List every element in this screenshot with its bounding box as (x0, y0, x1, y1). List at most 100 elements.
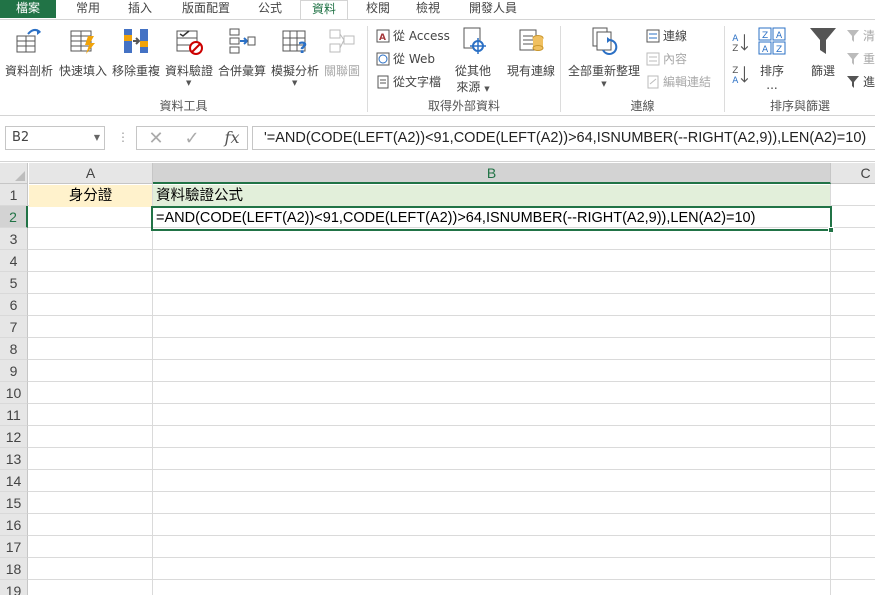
column-header-a[interactable]: A (29, 163, 153, 184)
fill-handle[interactable] (828, 227, 834, 233)
cell-a1[interactable]: 身分證 (29, 185, 152, 207)
properties-icon (646, 52, 660, 66)
row-header-4[interactable]: 4 (0, 250, 28, 272)
svg-text:A: A (732, 76, 738, 84)
row-divider (28, 425, 875, 426)
column-header-c[interactable]: C (831, 163, 875, 184)
cell-b1[interactable]: 資料驗證公式 (153, 185, 830, 207)
clear-filter-button[interactable]: 清 (846, 26, 875, 46)
web-icon (376, 52, 390, 66)
row-header-10[interactable]: 10 (0, 382, 28, 404)
sort-descending-icon: ZA (732, 66, 748, 84)
tab-page-layout[interactable]: 版面配置 (176, 0, 236, 18)
worksheet-grid[interactable]: A B C 1 2 3 4 5 6 7 8 9 10 11 12 13 14 15 16 17 18 19 身分證 … (0, 163, 875, 595)
access-icon: A (376, 29, 390, 43)
row-header-6[interactable]: 6 (0, 294, 28, 316)
name-box[interactable]: B2 ▼ (5, 126, 105, 150)
tab-data[interactable]: 資料 (300, 0, 348, 20)
flash-fill-icon (70, 30, 95, 54)
svg-text:Z: Z (732, 44, 738, 52)
tab-formulas[interactable]: 公式 (252, 0, 288, 18)
tab-file[interactable]: 檔案 (0, 0, 56, 18)
row-divider (28, 271, 875, 272)
existing-connections-icon (519, 29, 544, 51)
remove-duplicates-icon (124, 29, 148, 53)
row-header-8[interactable]: 8 (0, 338, 28, 360)
more-icon: ⋮ (117, 130, 129, 144)
sort-ascending-button[interactable]: AZ (732, 32, 751, 52)
row-divider (28, 535, 875, 536)
row-divider (28, 579, 875, 580)
svg-text:Z: Z (762, 31, 768, 41)
properties-button[interactable]: 內容 (646, 49, 687, 69)
name-box-dropdown-icon[interactable]: ▼ (94, 127, 100, 149)
row-header-12[interactable]: 12 (0, 426, 28, 448)
row-header-16[interactable]: 16 (0, 514, 28, 536)
filter-icon (810, 28, 836, 54)
other-sources-icon (463, 27, 486, 54)
sort-filter-group-label: 排序與篩選 (769, 99, 830, 113)
sort-descending-button[interactable]: ZA (732, 64, 751, 84)
tab-view[interactable]: 檢視 (410, 0, 446, 18)
data-validation-dropdown-icon[interactable]: ▼ (186, 79, 191, 87)
row-header-11[interactable]: 11 (0, 404, 28, 426)
row-divider (28, 359, 875, 360)
connections-group-label: 連線 (630, 99, 655, 113)
data-tools-group-label: 資料工具 (159, 99, 208, 113)
data-validation-icon (176, 30, 203, 55)
from-access-button[interactable]: A從 Access (376, 26, 450, 46)
row-divider (28, 249, 875, 250)
from-text-button[interactable]: 從文字檔 (376, 72, 441, 92)
svg-text:A: A (732, 34, 738, 44)
from-web-button[interactable]: 從 Web (376, 49, 435, 69)
row-header-18[interactable]: 18 (0, 558, 28, 580)
row-header-1[interactable]: 1 (0, 184, 28, 206)
tab-insert[interactable]: 插入 (122, 0, 158, 18)
row-header-19[interactable]: 19 (0, 580, 28, 595)
row-header-13[interactable]: 13 (0, 448, 28, 470)
connections-button[interactable]: 連線 (646, 26, 687, 46)
tab-developer[interactable]: 開發人員 (463, 0, 523, 18)
what-if-analysis-icon: ? (282, 30, 307, 56)
row-header-15[interactable]: 15 (0, 492, 28, 514)
edit-links-button[interactable]: 編輯連結 (646, 72, 711, 92)
row-header-7[interactable]: 7 (0, 316, 28, 338)
column-header-b[interactable]: B (153, 163, 831, 184)
tab-home[interactable]: 常用 (70, 0, 106, 18)
row-divider (28, 469, 875, 470)
refresh-dropdown-icon[interactable]: ▼ (566, 80, 642, 88)
row-divider (28, 293, 875, 294)
row-header-9[interactable]: 9 (0, 360, 28, 382)
enter-icon[interactable]: ✓ (177, 127, 207, 151)
formula-input[interactable]: '=AND(CODE(LEFT(A2))<91,CODE(LEFT(A2))>6… (252, 126, 875, 150)
ribbon: 資料剖析 快速填入 移除重複 資料驗證 ▼ 合併彙算 ? 模擬分析 ▼ 關聯圖 … (0, 19, 875, 116)
consolidate-icon (229, 28, 256, 54)
sort-ascending-icon: AZ (732, 34, 748, 52)
tab-review[interactable]: 校閱 (360, 0, 396, 18)
row-divider (28, 491, 875, 492)
reapply-filter-button[interactable]: 重 (846, 49, 875, 69)
row-header-2[interactable]: 2 (0, 206, 28, 228)
sort-icon: ZA AZ (758, 27, 786, 55)
formula-bar: B2 ▼ ⋮ ✕ ✓ fx '=AND(CODE(LEFT(A2))<91,CO… (0, 117, 875, 162)
connections-icon (646, 29, 660, 43)
row-divider (28, 557, 875, 558)
row-header-17[interactable]: 17 (0, 536, 28, 558)
column-divider (830, 184, 831, 595)
edit-links-icon (647, 75, 659, 89)
formula-bar-buttons: ✕ ✓ fx (136, 126, 248, 150)
insert-function-button[interactable]: fx (217, 127, 247, 151)
row-header-14[interactable]: 14 (0, 470, 28, 492)
row-divider (28, 381, 875, 382)
relationships-icon (329, 29, 355, 53)
svg-text:Z: Z (776, 45, 782, 55)
advanced-filter-button[interactable]: 進 (846, 72, 875, 92)
what-if-dropdown-icon[interactable]: ▼ (292, 79, 297, 87)
svg-text:A: A (379, 33, 386, 43)
selection-border (151, 206, 832, 231)
row-header-5[interactable]: 5 (0, 272, 28, 294)
row-header-3[interactable]: 3 (0, 228, 28, 250)
cancel-icon[interactable]: ✕ (141, 127, 171, 151)
row-divider (28, 403, 875, 404)
select-all-button[interactable] (0, 163, 28, 184)
